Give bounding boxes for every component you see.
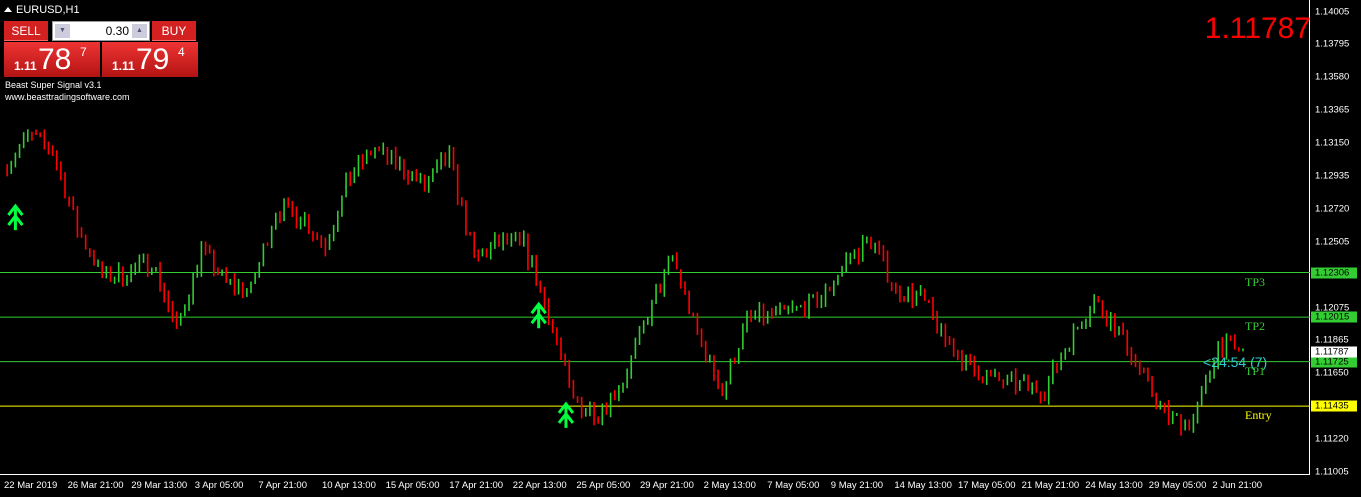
time-tick-label: 29 Apr 21:00 [640,480,694,491]
level-label: TP2 [1245,319,1266,334]
ask-quote[interactable]: 1.11 79 4 [102,42,198,77]
time-tick-label: 24 May 13:00 [1085,480,1143,491]
time-tick-label: 26 Mar 21:00 [67,480,124,491]
time-tick-label: 29 Mar 13:00 [131,480,188,491]
time-tick-label: 21 May 21:00 [1021,480,1080,491]
bid-big: 78 [38,43,72,76]
level-label: Entry [1245,408,1272,423]
time-tick-label: 25 Apr 05:00 [576,480,631,491]
buy-button[interactable]: BUY [152,21,196,41]
time-tick-label: 3 Apr 05:00 [194,480,244,491]
bid-pip: 7 [80,45,87,59]
lot-value[interactable]: 0.30 [106,24,129,38]
price-tick-label: 1.13580 [1315,71,1350,83]
price-tick-label: 1.13795 [1315,38,1350,50]
buy-signal-arrow-icon [7,203,24,231]
collapse-triangle-icon[interactable] [4,7,12,12]
buy-signal-arrow-icon [530,301,547,329]
ask-big: 79 [136,43,170,76]
indicator-url: www.beasttradingsoftware.com [5,92,130,102]
ask-pip: 4 [178,45,185,59]
time-tick-label: 7 Apr 21:00 [258,480,307,491]
price-tick-label: 1.12505 [1315,236,1350,248]
level-price-tag: 1.12306 [1311,267,1357,278]
level-label: TP1 [1245,363,1266,378]
time-tick-label: 9 May 21:00 [830,480,884,491]
time-tick-label: 22 Mar 2019 [4,480,58,491]
chart-title: EURUSD,H1 [4,4,80,16]
level-price-tag: 1.12015 [1311,311,1357,323]
time-tick-label: 2 May 13:00 [703,480,756,491]
time-tick-label: 22 Apr 13:00 [512,480,567,491]
time-tick-label: 10 Apr 13:00 [322,480,376,491]
time-tick-label: 14 May 13:00 [894,480,952,491]
one-click-trading-panel: SELL ▼ 0.30 ▲ BUY 1.11 78 7 1.11 79 4 [4,21,198,77]
level-price-tag: 1.11725 [1311,356,1357,368]
indicator-name: Beast Super Signal v3.1 [5,80,102,90]
symbol-label: EURUSD,H1 [16,4,80,16]
price-tick-label: 1.12935 [1315,170,1350,182]
time-tick-label: 29 May 05:00 [1148,480,1207,491]
price-tick-label: 1.13150 [1315,137,1350,149]
time-tick-label: 7 May 05:00 [767,480,820,491]
price-tick-label: 1.12720 [1315,203,1350,215]
price-tick-label: 1.11220 [1315,433,1349,445]
price-tick-label: 1.11005 [1315,466,1349,478]
current-price-display: 1.11787 [1204,12,1311,45]
time-tick-label: 15 Apr 05:00 [385,480,440,491]
sell-button[interactable]: SELL [4,21,48,41]
price-tick-label: 1.13365 [1315,104,1350,116]
buy-signal-arrow-icon [557,401,575,428]
decrease-lot-icon[interactable]: ▼ [55,24,70,38]
level-price-tag: 1.11435 [1311,400,1357,412]
lot-size-input[interactable]: ▼ 0.30 ▲ [52,21,150,41]
time-tick-label: 17 May 05:00 [958,480,1016,491]
price-tick-label: 1.11650 [1315,367,1349,379]
price-tick-label: 1.14005 [1315,6,1350,18]
level-label: TP3 [1245,274,1266,289]
ask-prefix: 1.11 [112,59,135,73]
bid-price-tag: 1.11787 [1311,346,1357,358]
price-tick-label: 1.11865 [1315,334,1349,346]
increase-lot-icon[interactable]: ▲ [132,24,147,38]
bid-quote[interactable]: 1.11 78 7 [4,42,100,77]
time-tick-label: 17 Apr 21:00 [449,480,504,491]
bid-prefix: 1.11 [14,59,37,73]
time-tick-label: 2 Jun 21:00 [1212,480,1263,491]
